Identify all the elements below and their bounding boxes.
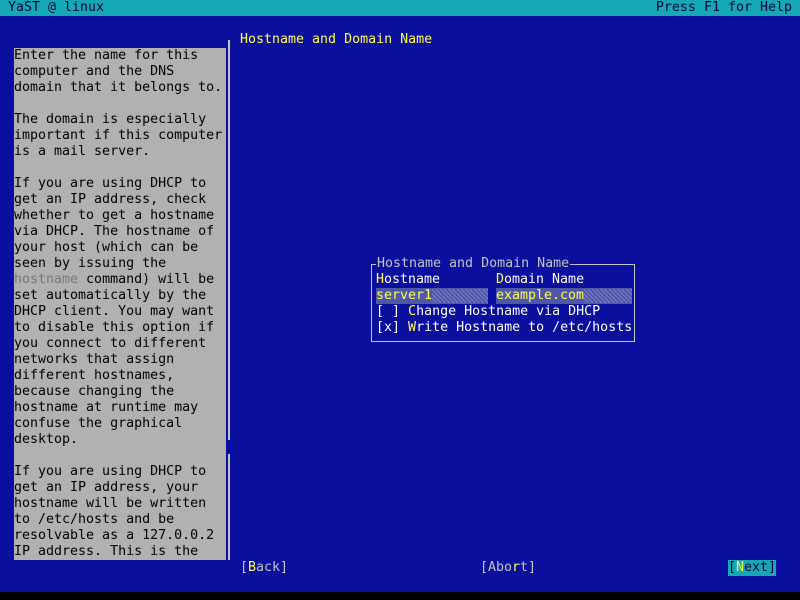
help-line: seen by issuing the <box>14 256 167 271</box>
help-command-rest: command) will be <box>78 272 215 287</box>
help-panel[interactable]: Enter the name for this computer and the … <box>14 48 226 560</box>
help-line: If you are using DHCP to <box>14 464 207 479</box>
domain-input-value: example.com <box>496 288 585 303</box>
dhcp-checkbox[interactable]: [ ] Change Hostname via DHCP <box>376 304 600 320</box>
back-button[interactable]: [Back] <box>240 560 288 576</box>
help-line: your host (which can be <box>14 240 199 255</box>
page-title: Hostname and Domain Name <box>240 32 433 47</box>
help-line-command: hostname command) will be <box>14 272 226 288</box>
help-line: hostname at runtime may <box>14 400 199 415</box>
help-line: The domain is especially <box>14 112 207 127</box>
help-line: set automatically by the <box>14 288 207 303</box>
help-line: to /etc/hosts and be <box>14 512 175 527</box>
hostname-frame-title: Hostname and Domain Name <box>376 256 571 272</box>
bottom-bar <box>0 592 800 600</box>
help-line: computer and the DNS <box>14 64 175 79</box>
abort-button[interactable]: [Abort] <box>480 560 536 576</box>
back-button-label: ack] <box>256 560 289 575</box>
help-line: hostname will be written <box>14 496 207 511</box>
hostname-input[interactable]: server1 <box>376 288 488 304</box>
help-line: DHCP client. You may want <box>14 304 215 319</box>
domain-label-hotkey: D <box>496 272 505 287</box>
back-button-open: [ <box>240 560 249 575</box>
help-line: IP address. This is the <box>14 544 199 559</box>
back-button-hotkey: B <box>248 560 257 575</box>
hostname-label: Hostname <box>376 272 440 288</box>
domain-input-fill <box>584 289 632 303</box>
help-scroll-track[interactable] <box>228 40 230 560</box>
hostname-label-text: ostname <box>384 272 441 287</box>
help-line: different hostnames, <box>14 368 175 383</box>
help-line: resolvable as a 127.0.0.2 <box>14 528 215 543</box>
dhcp-checkbox-box[interactable]: [ ] <box>376 304 400 319</box>
domain-input[interactable]: example.com <box>496 288 632 304</box>
help-line: networks that assign <box>14 352 175 367</box>
help-scroll-gap <box>228 440 230 454</box>
help-line: via DHCP. The hostname of <box>14 224 215 239</box>
write-hosts-label-hotkey: W <box>408 320 417 335</box>
help-line: to disable this option if <box>14 320 215 335</box>
write-hosts-checkbox[interactable]: [x] Write Hostname to /etc/hosts <box>376 320 632 336</box>
next-button[interactable]: [Next] <box>728 560 777 576</box>
dhcp-label-hotkey: C <box>408 304 417 319</box>
window-title: YaST @ linux <box>8 0 105 15</box>
help-line: whether to get a hostname <box>14 208 215 223</box>
next-button-label: ext] <box>744 560 777 575</box>
help-line: because changing the <box>14 384 175 399</box>
abort-button-label: t] <box>520 560 537 575</box>
help-hint: Press F1 for Help <box>655 0 792 15</box>
help-line <box>14 96 226 112</box>
help-line: If you are using DHCP to <box>14 176 207 191</box>
domain-label-text: omain Name <box>504 272 585 287</box>
help-line: desktop. <box>14 432 79 447</box>
hostname-label-hotkey: H <box>376 272 385 287</box>
abort-button-open: [Abo <box>480 560 513 575</box>
write-hosts-checkbox-box[interactable]: [x] <box>376 320 400 335</box>
abort-button-hotkey: r <box>512 560 521 575</box>
help-line: get an IP address, check <box>14 192 207 207</box>
help-line: confuse the graphical <box>14 416 183 431</box>
domain-label: Domain Name <box>496 272 584 288</box>
hostname-input-value: server1 <box>376 288 433 303</box>
dhcp-label-space <box>400 304 408 319</box>
help-line: is a mail server. <box>14 144 151 159</box>
next-button-hotkey: N <box>736 560 745 575</box>
title-bar: YaST @ linux Press F1 for Help <box>0 0 800 16</box>
write-hosts-label-space <box>400 320 408 335</box>
help-line: important if this computer <box>14 128 223 143</box>
hostname-input-fill <box>432 289 488 303</box>
help-line: you connect to different <box>14 336 207 351</box>
help-line <box>14 448 226 464</box>
help-command-code: hostname <box>14 272 79 287</box>
help-line: get an IP address, your <box>14 480 199 495</box>
help-line: Enter the name for this <box>14 48 199 63</box>
write-hosts-label: rite Hostname to /etc/hosts <box>416 320 633 335</box>
dhcp-label: hange Hostname via DHCP <box>416 304 601 319</box>
help-line <box>14 160 226 176</box>
next-button-open: [ <box>728 560 737 575</box>
help-line: domain that it belongs to. <box>14 80 223 95</box>
